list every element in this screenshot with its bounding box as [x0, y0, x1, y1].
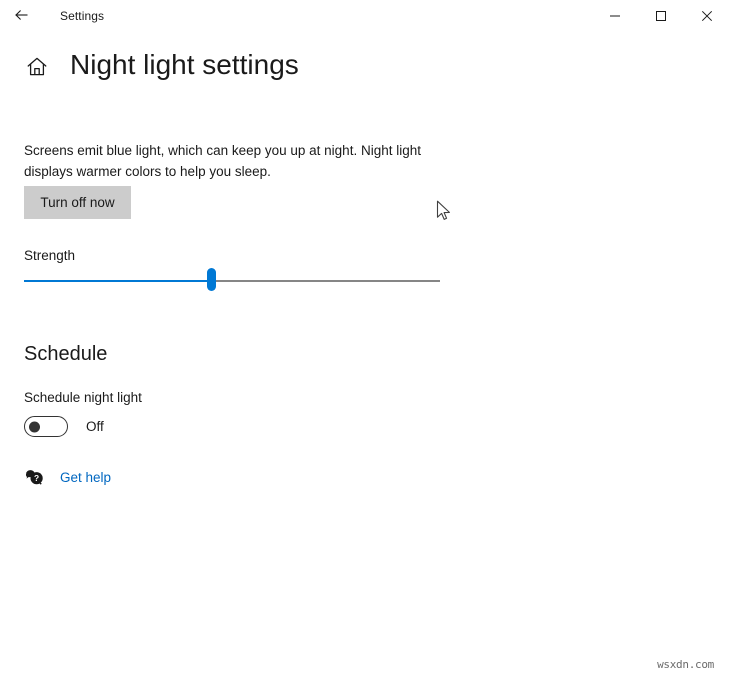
slider-fill [24, 280, 211, 282]
back-button[interactable] [0, 0, 44, 32]
close-button[interactable] [684, 0, 730, 32]
svg-text:?: ? [34, 473, 39, 483]
arrow-left-icon [12, 5, 32, 28]
minimize-button[interactable] [592, 0, 638, 32]
title-bar: Settings [0, 0, 730, 32]
caption-button-group [592, 0, 730, 32]
app-title: Settings [60, 9, 105, 23]
mouse-cursor [436, 200, 454, 224]
toggle-state-label: Off [86, 419, 104, 434]
schedule-toggle-label: Schedule night light [24, 390, 142, 405]
maximize-icon [655, 10, 667, 22]
schedule-section-title: Schedule [24, 343, 108, 365]
slider-thumb[interactable] [207, 268, 216, 291]
page-title: Night light settings [70, 49, 299, 80]
turn-off-now-button[interactable]: Turn off now [24, 186, 131, 219]
watermark: wsxdn.com [657, 658, 714, 671]
page-description: Screens emit blue light, which can keep … [24, 142, 421, 179]
home-icon[interactable] [24, 54, 50, 80]
maximize-button[interactable] [638, 0, 684, 32]
schedule-night-light-toggle[interactable] [24, 416, 68, 437]
minimize-icon [609, 10, 621, 22]
get-help-link[interactable]: Get help [60, 470, 111, 485]
schedule-toggle-row: Off [24, 416, 104, 437]
strength-label: Strength [24, 248, 76, 263]
page-header: Night light settings [24, 49, 299, 81]
question-bubble-icon: ? [24, 466, 46, 488]
toggle-knob [29, 421, 40, 432]
strength-slider[interactable] [24, 268, 440, 302]
close-icon [701, 10, 713, 22]
get-help-row[interactable]: ? Get help [24, 466, 111, 488]
